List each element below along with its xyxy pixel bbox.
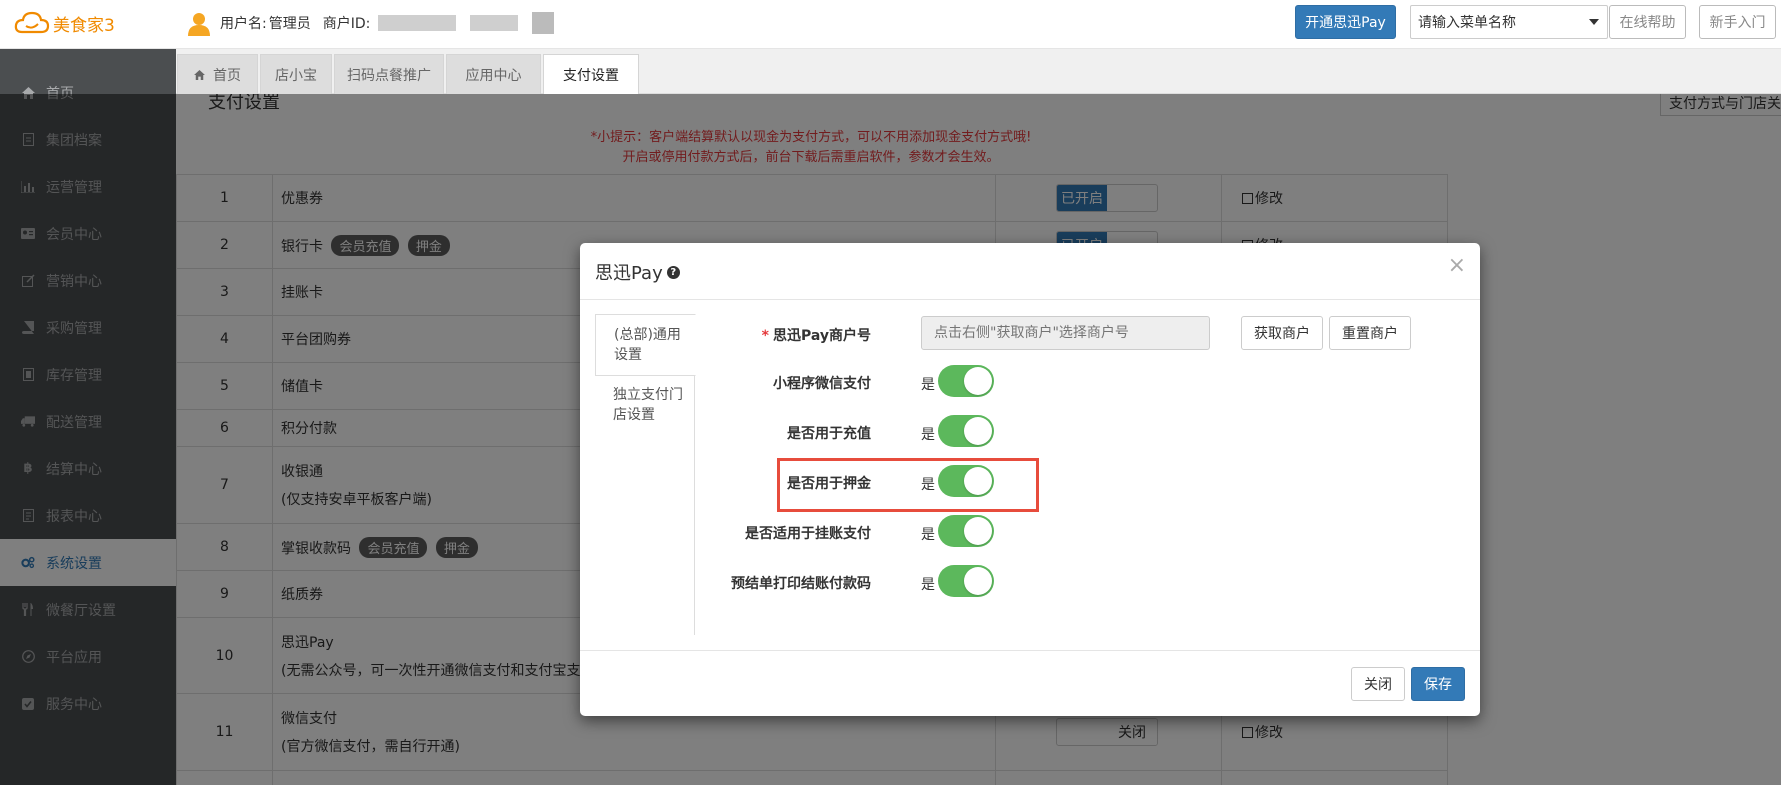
- question-circle-icon[interactable]: ?: [666, 265, 680, 279]
- menu-search-placeholder: 请输入菜单名称: [1418, 15, 1516, 31]
- switch-label-credit-payment: 是否适用于挂账支付: [745, 526, 871, 542]
- logo-text: 美食家3: [53, 15, 115, 36]
- merchant-label-text: 思迅Pay商户号: [772, 328, 871, 344]
- toggle-knob: [964, 567, 992, 595]
- modal-header: 思迅Pay ? ×: [580, 243, 1480, 300]
- tab-bar: 首页 店小宝 扫码点餐推广 应用中心 支付设置: [176, 49, 1781, 94]
- merchant-id-label: 商户ID:: [322, 16, 371, 32]
- switch-label-prebill-payment-code: 预结单打印结账付款码: [731, 576, 871, 592]
- modal-title: 思迅Pay ?: [595, 259, 680, 285]
- toggle-knob: [964, 467, 992, 495]
- close-button[interactable]: 关闭: [1351, 667, 1405, 701]
- switch-state-text: 是: [921, 377, 935, 393]
- toggle-prebill-payment-code[interactable]: [938, 565, 994, 597]
- switch-state-text: 是: [921, 477, 935, 493]
- toggle-mini-program-wechat[interactable]: [938, 365, 994, 397]
- online-help-button[interactable]: 在线帮助: [1609, 5, 1686, 39]
- toggle-credit-payment[interactable]: [938, 515, 994, 547]
- reset-merchant-button[interactable]: 重置商户: [1329, 316, 1411, 350]
- tab-payment-settings[interactable]: 支付设置: [543, 54, 639, 94]
- merchant-name-blurred: [470, 15, 519, 31]
- switch-label-deposit: 是否用于押金: [787, 476, 871, 492]
- merchant-number-input[interactable]: [921, 316, 1210, 350]
- modal-footer: 关闭 保存: [580, 650, 1480, 716]
- toggle-recharge[interactable]: [938, 415, 994, 447]
- caret-down-icon: [1589, 19, 1599, 25]
- get-merchant-button[interactable]: 获取商户: [1241, 316, 1323, 350]
- merchant-id-blurred: [378, 15, 457, 31]
- merchant-number-label: * 思迅Pay商户号: [671, 325, 871, 345]
- user-info: 用户名: 管理员 商户ID:: [186, 10, 555, 36]
- save-button[interactable]: 保存: [1411, 667, 1465, 701]
- cloud-logo-icon: [14, 11, 50, 34]
- switch-state-text: 是: [921, 527, 935, 543]
- toggle-knob: [964, 517, 992, 545]
- toggle-knob: [964, 417, 992, 445]
- required-mark: *: [761, 328, 769, 344]
- menu-search-select[interactable]: 请输入菜单名称: [1410, 5, 1608, 39]
- switch-label-recharge: 是否用于充值: [787, 426, 871, 442]
- nav-general-settings[interactable]: (总部)通用设置: [595, 314, 696, 376]
- extra-blurred: [532, 12, 555, 34]
- sixun-pay-modal: 思迅Pay ? × (总部)通用设置 独立支付门店设置 *思迅Pay商户号 获取…: [580, 243, 1480, 716]
- user-avatar-icon: [188, 13, 210, 36]
- beginner-guide-button[interactable]: 新手入门: [1699, 5, 1776, 39]
- toggle-deposit[interactable]: [938, 465, 994, 497]
- switch-state-text: 是: [921, 577, 935, 593]
- username-value: 管理员: [268, 16, 311, 32]
- toggle-knob: [964, 367, 992, 395]
- switch-state-text: 是: [921, 427, 935, 443]
- home-icon: [194, 69, 205, 80]
- top-bar: 美食家3 用户名: 管理员 商户ID: 开通思迅Pay 请输入菜单名称 在线帮助…: [0, 0, 1781, 49]
- open-pay-button[interactable]: 开通思迅Pay: [1295, 5, 1396, 39]
- close-icon[interactable]: ×: [1448, 255, 1466, 277]
- tab-dianxiaobao[interactable]: 店小宝: [260, 54, 332, 94]
- username-label: 用户名:: [220, 16, 267, 32]
- app-logo[interactable]: 美食家3: [14, 10, 115, 36]
- modal-title-text: 思迅Pay: [595, 263, 663, 284]
- tab-app-center[interactable]: 应用中心: [446, 54, 541, 94]
- switch-label-mini-program-wechat: 小程序微信支付: [773, 376, 871, 392]
- tab-scan-order-promo[interactable]: 扫码点餐推广: [334, 54, 444, 94]
- tab-home[interactable]: 首页: [177, 54, 258, 94]
- tab-label: 首页: [213, 67, 241, 84]
